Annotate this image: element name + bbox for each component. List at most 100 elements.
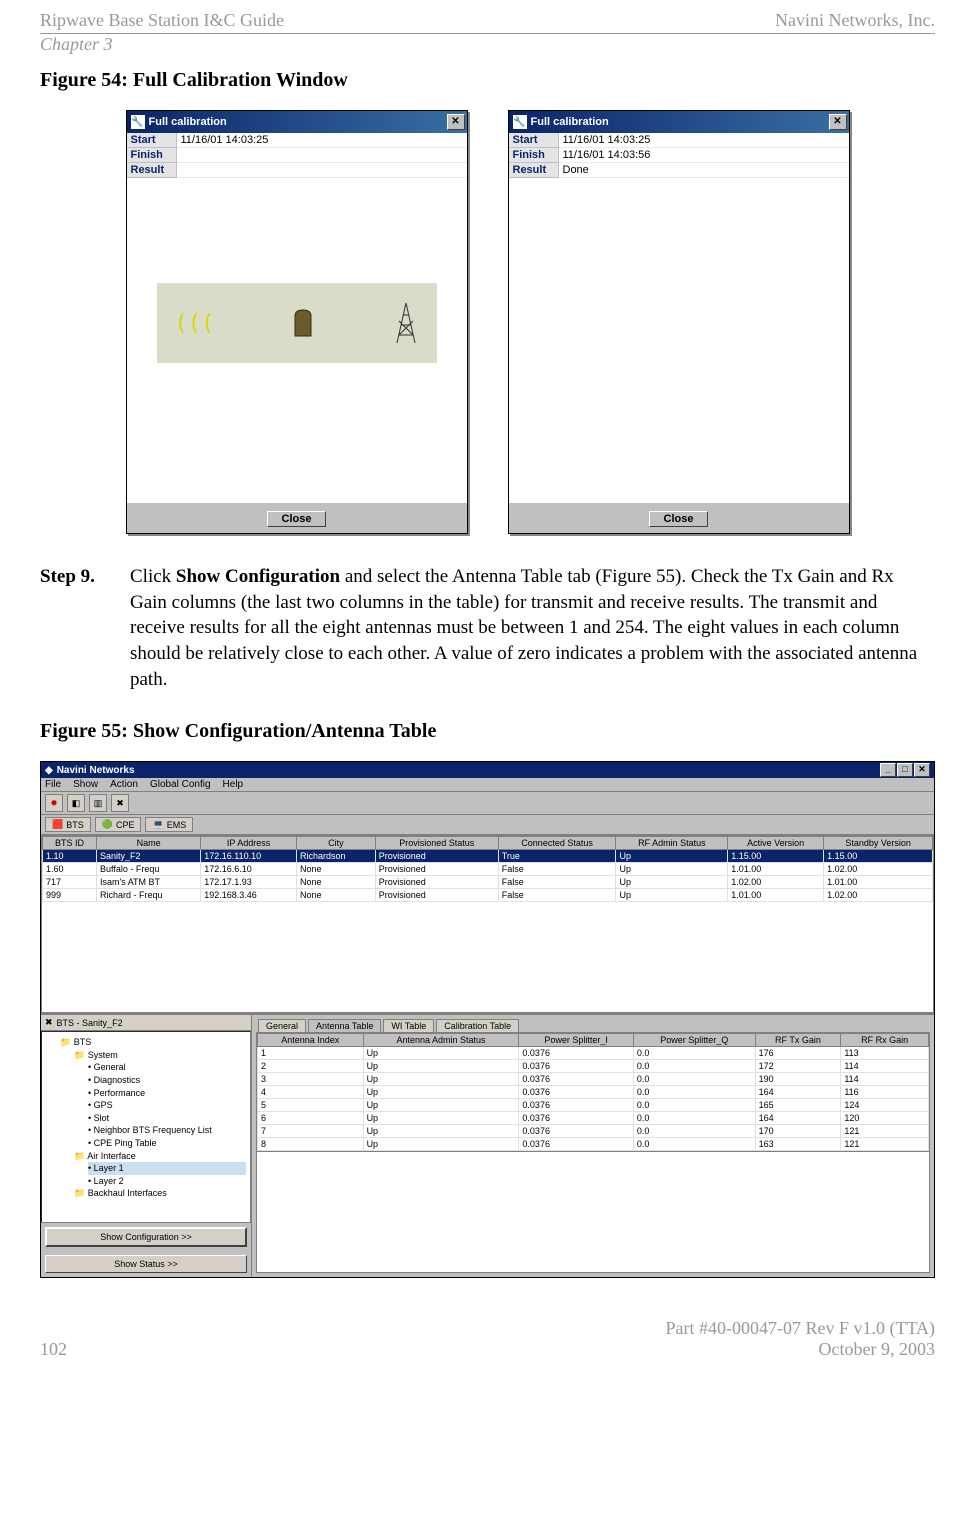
tree-item[interactable]: CPE Ping Table	[88, 1137, 246, 1150]
menu-show[interactable]: Show	[73, 779, 98, 790]
server-tab-bts[interactable]: 🟥BTS	[45, 817, 91, 832]
finish-value	[177, 148, 467, 163]
wrench-icon: 🔧	[131, 115, 145, 129]
table-row[interactable]: 8Up0.03760.0163121	[258, 1138, 929, 1151]
start-label: Start	[509, 133, 559, 148]
window-title: Full calibration	[149, 116, 227, 128]
wrench-icon: 🔧	[513, 115, 527, 129]
minimize-icon[interactable]: _	[880, 763, 896, 777]
tree-item[interactable]: Layer 2	[88, 1175, 246, 1188]
table-row[interactable]: 5Up0.03760.0165124	[258, 1099, 929, 1112]
navini-networks-window: ◆ Navini Networks _ □ ✕ File Show Action Gl…	[40, 761, 935, 1278]
col-header[interactable]: Antenna Admin Status	[363, 1034, 519, 1047]
menu-file[interactable]: File	[45, 779, 61, 790]
figure-54-caption: Figure 54: Full Calibration Window	[40, 69, 935, 92]
tab-icon: 💻	[152, 819, 163, 830]
show-configuration-button[interactable]: Show Configuration >>	[45, 1227, 247, 1247]
app-title: Navini Networks	[57, 765, 135, 776]
table-row[interactable]: 717Isam's ATM BT172.17.1.93NoneProvision…	[43, 876, 933, 889]
server-tab-ems[interactable]: 💻EMS	[145, 817, 193, 832]
toolbar-icon-1[interactable]: ✸	[45, 794, 63, 812]
col-header[interactable]: Active Version	[728, 837, 824, 850]
col-header[interactable]: RF Tx Gain	[755, 1034, 841, 1047]
menu-action[interactable]: Action	[110, 779, 138, 790]
table-row[interactable]: 1.10Sanity_F2172.16.110.10RichardsonProv…	[43, 850, 933, 863]
col-header[interactable]: RF Admin Status	[616, 837, 728, 850]
tab-antenna-table[interactable]: Antenna Table	[308, 1019, 381, 1032]
col-header[interactable]: Name	[96, 837, 200, 850]
panel-label: BTS - Sanity_F2	[57, 1018, 123, 1028]
close-icon[interactable]: ✕	[914, 763, 930, 777]
result-label: Result	[127, 163, 177, 178]
finish-value: 11/16/01 14:03:56	[559, 148, 849, 163]
server-tab-cpe[interactable]: 🟢CPE	[95, 817, 142, 832]
table-row[interactable]: 1Up0.03760.0176113	[258, 1047, 929, 1060]
figure-55-caption: Figure 55: Show Configuration/Antenna Ta…	[40, 720, 935, 743]
bts-table[interactable]: BTS IDNameIP AddressCityProvisioned Stat…	[42, 836, 933, 902]
start-value: 11/16/01 14:03:25	[559, 133, 849, 148]
table-row[interactable]: 7Up0.03760.0170121	[258, 1125, 929, 1138]
close-icon[interactable]: ✕	[447, 114, 465, 130]
table-row[interactable]: 2Up0.03760.0172114	[258, 1060, 929, 1073]
close-button[interactable]: Close	[649, 511, 709, 527]
maximize-icon[interactable]: □	[897, 763, 913, 777]
antenna-table[interactable]: Antenna IndexAntenna Admin StatusPower S…	[257, 1033, 929, 1151]
app-icon: ◆	[45, 765, 53, 776]
footer-date: October 9, 2003	[819, 1339, 935, 1359]
tree-item[interactable]: GPS	[88, 1099, 246, 1112]
col-header[interactable]: Power Splitter_Q	[633, 1034, 755, 1047]
col-header[interactable]: IP Address	[201, 837, 297, 850]
tree-item[interactable]: Performance	[88, 1087, 246, 1100]
doc-title-right: Navini Networks, Inc.	[775, 10, 935, 31]
col-header[interactable]: BTS ID	[43, 837, 97, 850]
chapter-label: Chapter 3	[40, 34, 935, 55]
tree-bts[interactable]: BTS System GeneralDiagnosticsPerformance…	[60, 1036, 246, 1200]
tree-item[interactable]: Diagnostics	[88, 1074, 246, 1087]
page-number: 102	[40, 1339, 67, 1360]
panel-close-icon[interactable]: ✖	[45, 1017, 53, 1028]
tree-item[interactable]: Neighbor BTS Frequency List	[88, 1124, 246, 1137]
signal-wave-icon: (((	[175, 311, 215, 336]
modem-icon	[291, 306, 315, 340]
table-row[interactable]: 1.60Buffalo - Frequ172.16.6.10NoneProvis…	[43, 863, 933, 876]
col-header[interactable]: Standby Version	[824, 837, 933, 850]
col-header[interactable]: RF Rx Gain	[841, 1034, 929, 1047]
menu-help[interactable]: Help	[223, 779, 244, 790]
result-value: Done	[559, 163, 849, 178]
tree-system[interactable]: System GeneralDiagnosticsPerformanceGPSS…	[74, 1049, 246, 1150]
start-label: Start	[127, 133, 177, 148]
col-header[interactable]: City	[296, 837, 375, 850]
tree-item[interactable]: General	[88, 1061, 246, 1074]
show-status-button[interactable]: Show Status >>	[45, 1255, 247, 1273]
col-header[interactable]: Provisioned Status	[375, 837, 498, 850]
toolbar-icon-4[interactable]: ✖	[111, 794, 129, 812]
close-button[interactable]: Close	[267, 511, 327, 527]
tree-air-interface[interactable]: Air Interface Layer 1Layer 2	[74, 1150, 246, 1188]
col-header[interactable]: Connected Status	[498, 837, 616, 850]
table-row[interactable]: 6Up0.03760.0164120	[258, 1112, 929, 1125]
col-header[interactable]: Antenna Index	[258, 1034, 364, 1047]
calibration-animation: (((	[157, 283, 437, 363]
table-row[interactable]: 4Up0.03760.0164116	[258, 1086, 929, 1099]
config-tree[interactable]: BTS System GeneralDiagnosticsPerformance…	[41, 1031, 251, 1223]
toolbar-icon-2[interactable]: ◧	[67, 794, 85, 812]
tab-icon: 🟢	[102, 819, 113, 830]
tab-icon: 🟥	[52, 819, 63, 830]
tab-general[interactable]: General	[258, 1019, 306, 1032]
tree-backhaul[interactable]: Backhaul Interfaces	[74, 1187, 246, 1200]
table-row[interactable]: 3Up0.03760.0190114	[258, 1073, 929, 1086]
toolbar-icon-3[interactable]: ▥	[89, 794, 107, 812]
tab-wi-table[interactable]: WI Table	[383, 1019, 434, 1032]
step-9-label: Step 9.	[40, 564, 130, 692]
tree-item[interactable]: Slot	[88, 1112, 246, 1125]
close-icon[interactable]: ✕	[829, 114, 847, 130]
step-9-text: Click Show Configuration and select the …	[130, 564, 935, 692]
menu-global-config[interactable]: Global Config	[150, 779, 211, 790]
col-header[interactable]: Power Splitter_I	[519, 1034, 633, 1047]
tree-item[interactable]: Layer 1	[88, 1162, 246, 1175]
finish-label: Finish	[127, 148, 177, 163]
window-title: Full calibration	[531, 116, 609, 128]
tab-calibration-table[interactable]: Calibration Table	[436, 1019, 519, 1032]
finish-label: Finish	[509, 148, 559, 163]
table-row[interactable]: 999Richard - Frequ192.168.3.46NoneProvis…	[43, 889, 933, 902]
